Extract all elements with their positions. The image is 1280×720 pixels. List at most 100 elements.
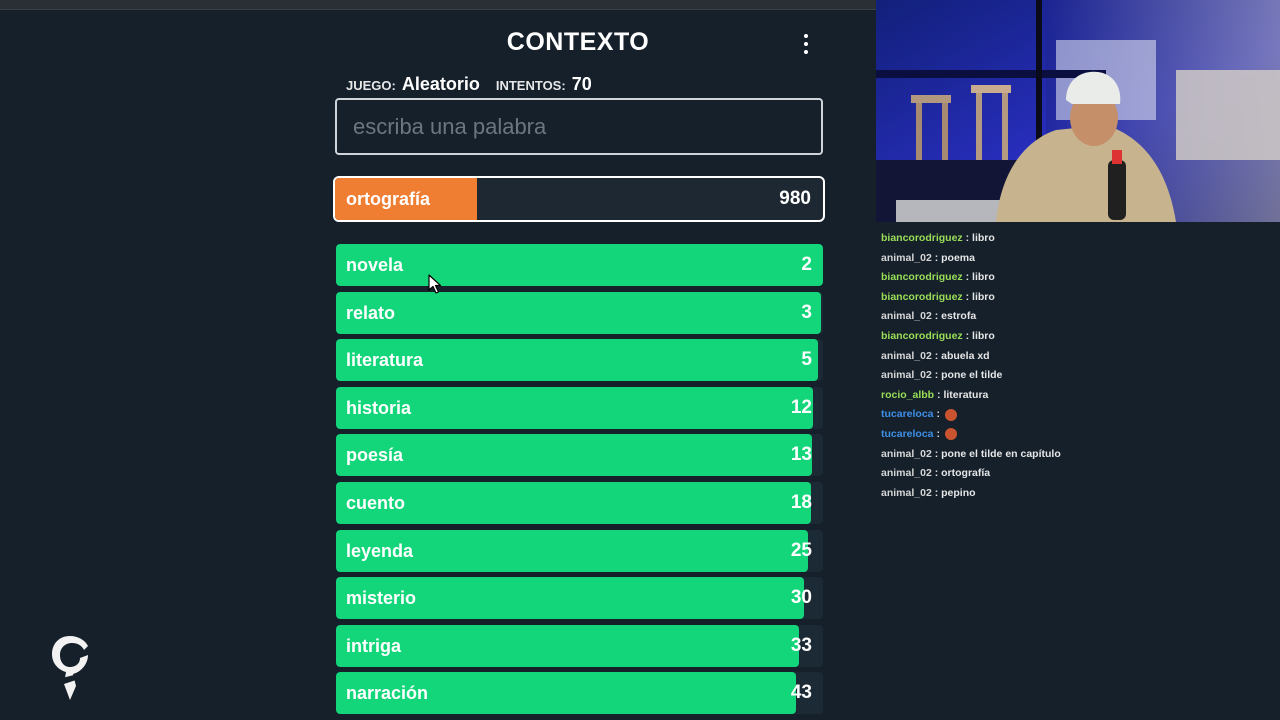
chat-message: animal_02 : estrofa <box>881 307 1275 327</box>
guess-word: narración <box>346 683 429 704</box>
guess-rank: 33 <box>790 634 812 656</box>
chat-username[interactable]: animal_02 <box>881 350 932 362</box>
chat-message: biancorodriguez : libro <box>881 327 1275 347</box>
mouse-cursor-icon <box>428 274 442 294</box>
guess-row: narración 43 <box>336 672 823 715</box>
guess-word: cuento <box>346 492 406 513</box>
guess-row-fill <box>336 624 799 667</box>
guess-word: novela <box>346 255 404 275</box>
word-input[interactable] <box>337 100 821 153</box>
guess-word: poesía <box>346 445 404 466</box>
chat-username[interactable]: animal_02 <box>881 448 932 460</box>
chat-username[interactable]: biancorodriguez <box>881 271 963 283</box>
chat-separator: : <box>962 290 973 303</box>
guess-rank: 3 <box>801 301 812 323</box>
chat-separator: : <box>931 251 942 264</box>
current-guess-rank: 980 <box>779 188 811 209</box>
chat-username[interactable]: biancorodriguez <box>881 330 963 342</box>
emote-icon <box>944 428 957 441</box>
guess-row: relato 3 <box>336 291 823 334</box>
guess-word: misterio <box>346 588 417 609</box>
channel-logo-icon <box>52 636 88 700</box>
current-guess: ortografía 980 <box>333 176 825 222</box>
guess-row: intriga 33 <box>336 624 823 667</box>
current-guess-word: ortografía <box>346 189 431 209</box>
guess-rank: 30 <box>790 587 812 609</box>
guess-rank: 2 <box>801 254 812 275</box>
chat-text: pone el tilde <box>941 369 1003 382</box>
chat-username[interactable]: animal_02 <box>881 310 932 322</box>
chat-text: abuela xd <box>941 349 990 362</box>
chat-text: pone el tilde en capítulo <box>941 447 1061 460</box>
chat-separator: : <box>931 349 942 362</box>
guess-row: novela 2 <box>336 244 823 286</box>
chat-message: biancorodriguez : libro <box>881 229 1275 249</box>
chat-separator: : <box>962 232 973 244</box>
juego-label: JUEGO: <box>346 78 396 93</box>
guess-row-fill <box>336 291 821 334</box>
guess-row: poesía 13 <box>336 434 823 477</box>
chat-username[interactable]: animal_02 <box>881 252 932 264</box>
more-options-icon[interactable] <box>796 32 816 56</box>
chat-separator: : <box>931 310 942 323</box>
chat-message: tucareloca : <box>881 425 1275 445</box>
intentos-label: INTENTOS: <box>495 78 566 93</box>
chat-username[interactable]: rocio_albb <box>881 389 934 401</box>
guess-row-fill <box>336 434 813 477</box>
chat-text: estrofa <box>941 310 977 323</box>
chat-username[interactable]: biancorodriguez <box>881 291 963 303</box>
guess-word: relato <box>346 302 396 323</box>
chat-username[interactable]: animal_02 <box>881 487 932 499</box>
emote-icon <box>944 408 957 421</box>
chat-message: animal_02 : pone el tilde en capítulo <box>881 445 1275 465</box>
guess-rank: 12 <box>790 396 812 418</box>
chat-text: poema <box>941 251 975 264</box>
guess-word: leyenda <box>346 540 414 561</box>
chat-message: animal_02 : ortografía <box>881 464 1275 484</box>
chat-separator: : <box>931 467 942 480</box>
chat-text: libro <box>972 329 995 342</box>
chat-text: libro <box>972 232 995 244</box>
guess-row: leyenda 25 <box>336 529 823 572</box>
guess-row: misterio 30 <box>336 577 823 620</box>
guess-row-fill <box>336 481 811 524</box>
guess-rank: 5 <box>801 349 812 371</box>
webcam-feed <box>876 0 1280 222</box>
chat-separator: : <box>962 271 973 284</box>
guess-row: cuento 18 <box>336 481 823 524</box>
chat-message: animal_02 : pepino <box>881 484 1275 504</box>
browser-top-strip <box>0 0 876 10</box>
juego-value: Aleatorio <box>401 74 480 94</box>
chat-separator: : <box>933 427 943 440</box>
guess-word: historia <box>346 397 412 418</box>
chat-username[interactable]: tucareloca <box>881 408 934 420</box>
chat-message: animal_02 : poema <box>881 249 1275 269</box>
guess-row: historia 12 <box>336 386 823 429</box>
chat-separator: : <box>962 329 973 342</box>
guess-rank: 18 <box>790 491 812 513</box>
chat-message: rocio_albb : literatura <box>881 386 1275 406</box>
chat-username[interactable]: animal_02 <box>881 467 932 479</box>
guess-rank: 43 <box>790 682 812 704</box>
chat-separator: : <box>931 369 942 382</box>
webcam-image <box>876 0 1280 222</box>
guess-word: literatura <box>346 350 424 371</box>
chat-separator: : <box>931 486 942 499</box>
chat-text: pepino <box>941 486 976 499</box>
guess-rank: 25 <box>790 539 812 561</box>
chat-message: biancorodriguez : libro <box>881 268 1275 288</box>
chat-username[interactable]: biancorodriguez <box>881 232 963 244</box>
chat-message: tucareloca : <box>881 405 1275 425</box>
chat-message: animal_02 : pone el tilde <box>881 366 1275 386</box>
chat-text: literatura <box>943 388 989 401</box>
guess-word: intriga <box>346 635 402 656</box>
chat-text: libro <box>972 271 995 284</box>
page-title: CONTEXTO <box>506 28 650 56</box>
chat-username[interactable]: animal_02 <box>881 369 932 381</box>
chat-text: ortografía <box>941 467 991 480</box>
word-input-box[interactable] <box>335 98 823 155</box>
chat-username[interactable]: tucareloca <box>881 428 934 440</box>
chat-separator: : <box>931 447 942 460</box>
game-info: JUEGO: Aleatorio INTENTOS: 70 <box>346 74 602 95</box>
chat-message: biancorodriguez : libro <box>881 288 1275 308</box>
